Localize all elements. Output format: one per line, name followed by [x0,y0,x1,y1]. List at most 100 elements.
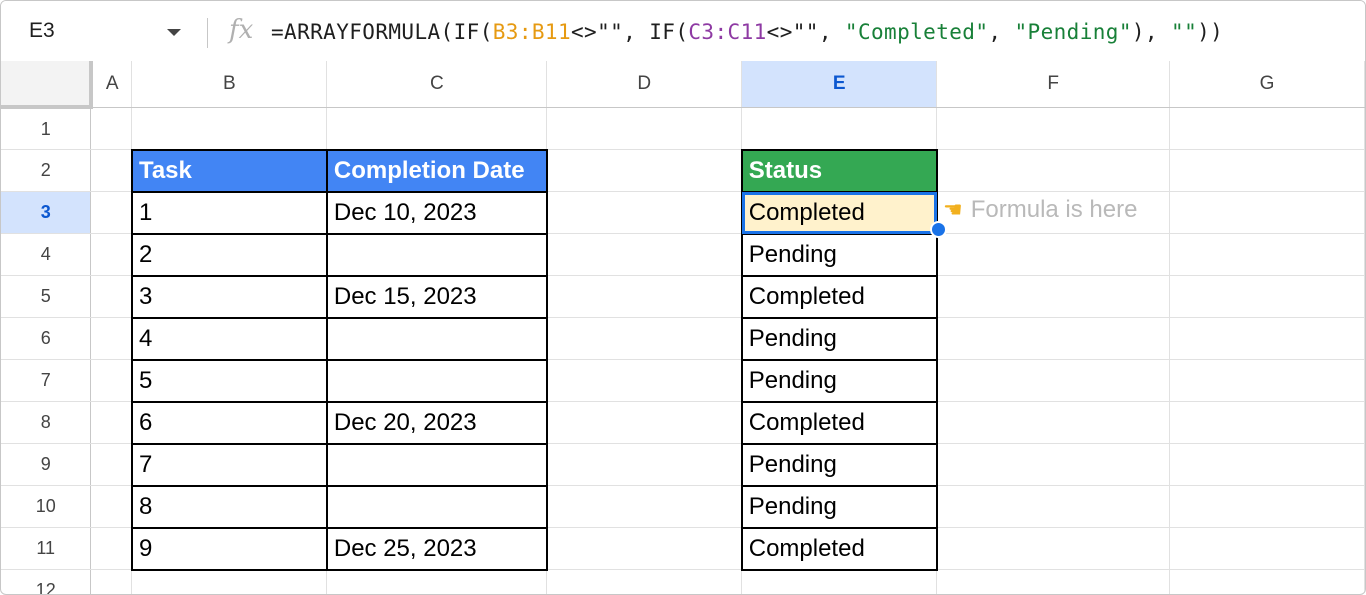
completion-date-cell[interactable]: Dec 25, 2023 [325,527,548,571]
task-cell[interactable]: 1 [130,191,328,235]
row-header-7[interactable]: 7 [1,359,92,402]
row-header-12[interactable]: 12 [1,569,92,594]
cell-g6[interactable] [1169,317,1365,360]
cell-a12[interactable] [90,569,133,594]
cell-f2[interactable] [936,149,1171,192]
cell-f12[interactable] [936,569,1171,594]
status-cell[interactable]: Completed [740,401,938,445]
cell-e1[interactable] [741,107,938,150]
column-header-g[interactable]: G [1169,61,1365,108]
row-header-4[interactable]: 4 [1,233,92,276]
task-header-cell[interactable]: Task [130,148,328,193]
cell-a6[interactable] [90,317,133,360]
cell-c12[interactable] [326,569,548,594]
cell-b1[interactable] [131,107,328,150]
status-cell[interactable]: Pending [740,233,938,277]
column-header-e[interactable]: E [741,61,938,108]
cell-a2[interactable] [90,149,133,192]
column-header-c[interactable]: C [326,61,548,108]
cell-g4[interactable] [1169,233,1365,276]
cell-g9[interactable] [1169,443,1365,486]
cell-a8[interactable] [90,401,133,444]
cell-d12[interactable] [546,569,743,594]
status-header-cell[interactable]: Status [740,148,938,193]
cell-d9[interactable] [546,443,743,486]
row-header-1[interactable]: 1 [1,107,92,150]
cell-a4[interactable] [90,233,133,276]
cell-f6[interactable] [936,317,1171,360]
task-cell[interactable]: 8 [130,485,328,529]
cell-d11[interactable] [546,527,743,570]
cell-d5[interactable] [546,275,743,318]
cell-a10[interactable] [90,485,133,528]
task-cell[interactable]: 2 [130,233,328,277]
cell-c1[interactable] [326,107,548,150]
name-box[interactable]: E3 [29,19,55,43]
column-header-f[interactable]: F [936,61,1171,108]
cell-a7[interactable] [90,359,133,402]
cell-d10[interactable] [546,485,743,528]
column-header-b[interactable]: B [131,61,328,108]
task-cell[interactable]: 6 [130,401,328,445]
row-header-3[interactable]: 3 [1,191,92,234]
select-all-corner[interactable] [1,61,93,109]
cell-g2[interactable] [1169,149,1365,192]
cell-g10[interactable] [1169,485,1365,528]
completion-date-header-cell[interactable]: Completion Date [325,148,548,193]
row-header-10[interactable]: 10 [1,485,92,528]
active-status-cell[interactable]: Completed [740,191,938,235]
cell-a3[interactable] [90,191,133,234]
completion-date-cell[interactable] [325,317,548,361]
cell-f5[interactable] [936,275,1171,318]
cell-f11[interactable] [936,527,1171,570]
task-cell[interactable]: 5 [130,359,328,403]
row-header-11[interactable]: 11 [1,527,92,570]
completion-date-cell[interactable]: Dec 15, 2023 [325,275,548,319]
name-box-dropdown-icon[interactable] [167,29,181,36]
row-header-2[interactable]: 2 [1,149,92,192]
status-cell[interactable]: Pending [740,359,938,403]
status-cell[interactable]: Pending [740,443,938,487]
status-cell[interactable]: Pending [740,317,938,361]
task-cell[interactable]: 9 [130,527,328,571]
cell-g7[interactable] [1169,359,1365,402]
completion-date-cell[interactable] [325,443,548,487]
cell-g3[interactable] [1169,191,1365,234]
column-header-a[interactable]: A [90,61,133,108]
cell-g8[interactable] [1169,401,1365,444]
status-cell[interactable]: Completed [740,527,938,571]
cell-d8[interactable] [546,401,743,444]
cell-f8[interactable] [936,401,1171,444]
cell-a11[interactable] [90,527,133,570]
row-header-8[interactable]: 8 [1,401,92,444]
cell-a1[interactable] [90,107,133,150]
task-cell[interactable]: 4 [130,317,328,361]
row-header-5[interactable]: 5 [1,275,92,318]
cell-f9[interactable] [936,443,1171,486]
cell-f7[interactable] [936,359,1171,402]
completion-date-cell[interactable]: Dec 10, 2023 [325,191,548,235]
formula-input[interactable]: =ARRAYFORMULA(IF(B3:B11<>"", IF(C3:C11<>… [271,20,1223,44]
completion-date-cell[interactable] [325,485,548,529]
status-cell[interactable]: Completed [740,275,938,319]
cell-b12[interactable] [131,569,328,594]
cell-d2[interactable] [546,149,743,192]
cell-g1[interactable] [1169,107,1365,150]
cell-f1[interactable] [936,107,1171,150]
cell-f4[interactable] [936,233,1171,276]
row-header-9[interactable]: 9 [1,443,92,486]
column-header-d[interactable]: D [546,61,743,108]
cell-e12[interactable] [741,569,938,594]
cell-d3[interactable] [546,191,743,234]
row-header-6[interactable]: 6 [1,317,92,360]
status-cell[interactable]: Pending [740,485,938,529]
cell-d7[interactable] [546,359,743,402]
completion-date-cell[interactable] [325,233,548,277]
cell-g12[interactable] [1169,569,1365,594]
completion-date-cell[interactable] [325,359,548,403]
cell-f10[interactable] [936,485,1171,528]
completion-date-cell[interactable]: Dec 20, 2023 [325,401,548,445]
cell-g5[interactable] [1169,275,1365,318]
cell-d4[interactable] [546,233,743,276]
task-cell[interactable]: 7 [130,443,328,487]
